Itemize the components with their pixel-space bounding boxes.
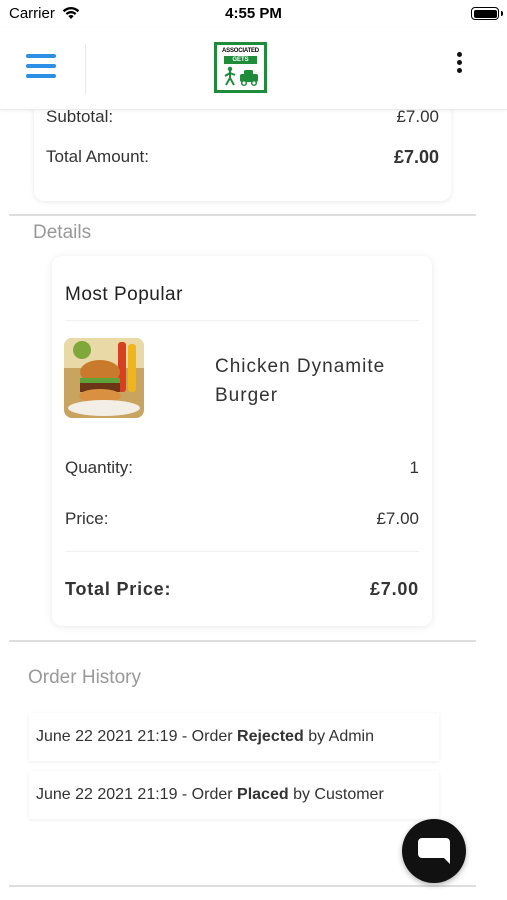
section-divider bbox=[9, 214, 476, 216]
order-history-title: Order History bbox=[28, 667, 141, 688]
history-item-suffix: by Admin bbox=[308, 728, 374, 745]
status-bar: Carrier 4:55 PM bbox=[0, 0, 507, 28]
logo-figures-icon bbox=[224, 66, 258, 87]
header-divider bbox=[85, 44, 86, 94]
history-item-status: Placed bbox=[237, 786, 289, 803]
subtotal-label: Subtotal: bbox=[46, 107, 114, 126]
category-heading: Most Popular bbox=[65, 284, 183, 305]
section-divider bbox=[9, 640, 476, 642]
details-section-title: Details bbox=[33, 222, 92, 243]
app-logo[interactable]: ASSOCIATED GETS bbox=[214, 42, 267, 93]
total-price-label: Total Price: bbox=[65, 579, 172, 599]
total-amount-value: £7.00 bbox=[393, 147, 439, 167]
history-item-prefix: June 22 2021 21:19 - Order bbox=[36, 728, 233, 745]
history-item-prefix: June 22 2021 21:19 - Order bbox=[36, 786, 233, 803]
total-price-row: Total Price: £7.00 bbox=[65, 579, 419, 600]
total-amount-label: Total Amount: bbox=[46, 147, 150, 166]
product-name: Chicken Dynamite Burger bbox=[215, 356, 386, 406]
logo-top-text: ASSOCIATED bbox=[222, 48, 259, 54]
subtotal-value: £7.00 bbox=[396, 107, 439, 126]
kebab-menu-icon[interactable] bbox=[457, 52, 463, 74]
price-label: Price: bbox=[65, 509, 109, 528]
history-item-suffix: by Customer bbox=[293, 786, 384, 803]
history-item: June 22 2021 21:19 - Order Rejected by A… bbox=[29, 713, 439, 761]
total-price-value: £7.00 bbox=[369, 579, 419, 599]
app-header: ASSOCIATED GETS bbox=[0, 28, 507, 110]
section-divider bbox=[9, 885, 476, 887]
logo-mid-text: GETS bbox=[224, 56, 257, 64]
clock: 4:55 PM bbox=[225, 5, 282, 22]
card-divider bbox=[65, 320, 419, 321]
details-card: Most Popular Chicken Dynamite Burger Qua… bbox=[52, 256, 432, 626]
history-item: June 22 2021 21:19 - Order Placed by Cus… bbox=[29, 771, 439, 819]
price-row: Price: £7.00 bbox=[65, 509, 419, 529]
history-item-status: Rejected bbox=[237, 728, 304, 745]
card-divider bbox=[65, 551, 419, 552]
chat-bubble-icon bbox=[418, 838, 450, 864]
chat-button[interactable] bbox=[402, 819, 466, 883]
price-value: £7.00 bbox=[376, 509, 419, 528]
quantity-label: Quantity: bbox=[65, 458, 134, 477]
battery-icon bbox=[471, 7, 499, 20]
product-image bbox=[64, 338, 144, 418]
quantity-value: 1 bbox=[409, 458, 419, 477]
hamburger-menu-icon[interactable] bbox=[26, 54, 56, 82]
quantity-row: Quantity: 1 bbox=[65, 458, 419, 478]
